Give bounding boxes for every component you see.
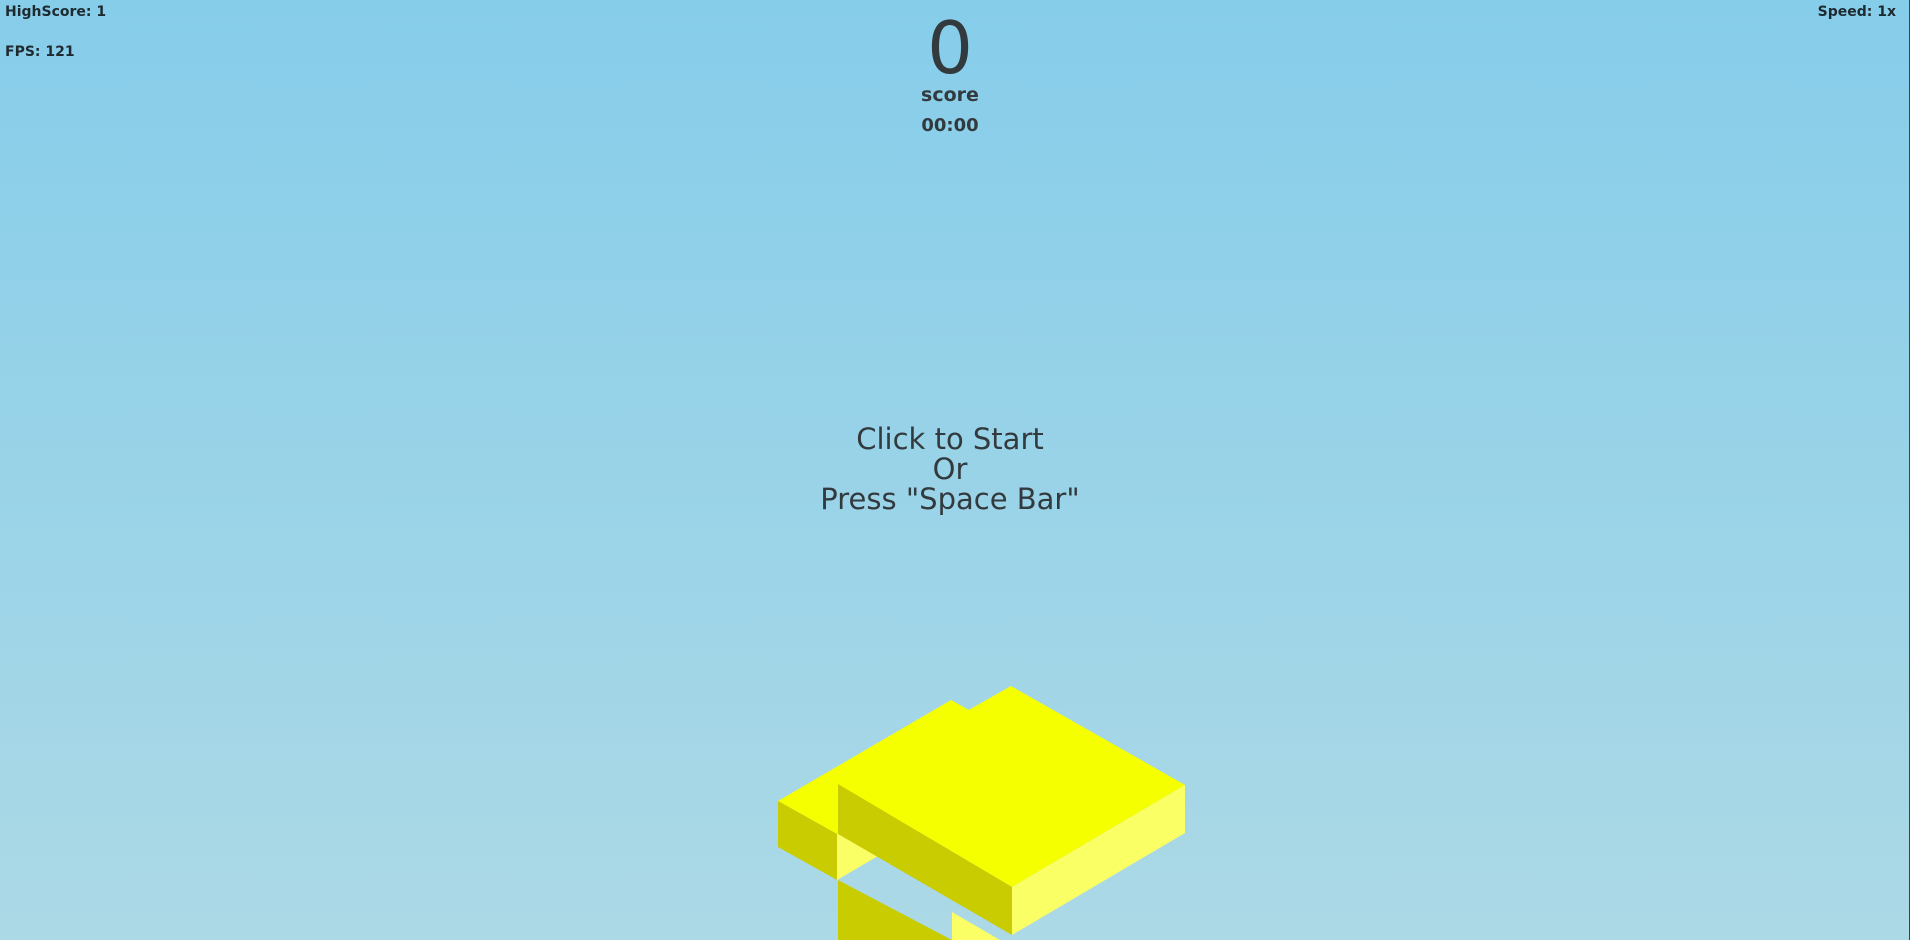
game-canvas[interactable]: HighScore: 1 FPS: 121 Speed: 1x 0 score … [0, 0, 1910, 940]
block-stack [778, 686, 1185, 940]
top-block [838, 686, 1185, 935]
